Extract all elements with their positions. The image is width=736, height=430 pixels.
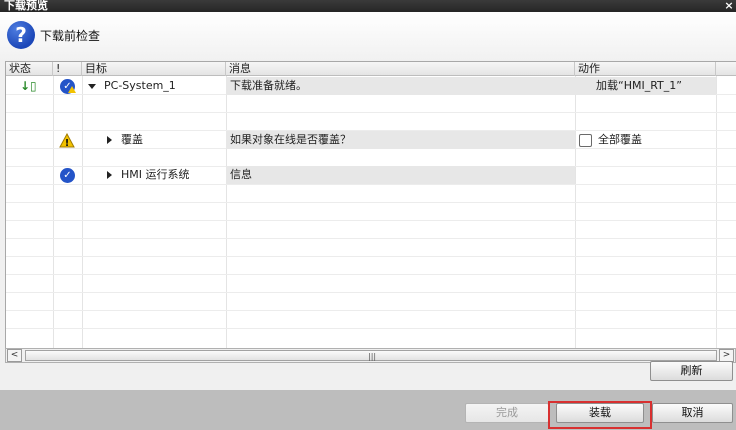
download-arrow-icon: ↓▯ xyxy=(20,79,37,93)
finish-button[interactable]: 完成 xyxy=(465,403,549,423)
svg-text:!: ! xyxy=(65,138,70,148)
window-title-bar: 下载预览 × xyxy=(0,0,736,12)
cancel-button[interactable]: 取消 xyxy=(652,403,733,423)
header-title: 下载前检查 xyxy=(40,29,101,43)
scroll-left-button[interactable]: < xyxy=(7,349,22,362)
question-icon: ? xyxy=(7,21,35,49)
column-header-status[interactable]: 状态 xyxy=(6,62,53,76)
warning-icon: ! xyxy=(59,133,75,148)
overwrite-all-checkbox[interactable] xyxy=(579,134,592,147)
download-check-table: 状态 ! 目标 消息 动作 ↓▯ ✓ PC-System_1 下载准备就绪。 加… xyxy=(5,61,736,349)
column-header-message[interactable]: 消息 xyxy=(226,62,575,76)
action-text: 全部覆盖 xyxy=(598,133,642,146)
horizontal-scrollbar[interactable]: < ||| > xyxy=(5,348,736,363)
load-button-highlight xyxy=(548,401,652,429)
dialog-header: ? 下载前检查 xyxy=(0,12,736,60)
column-header-target[interactable]: 目标 xyxy=(82,62,226,76)
refresh-button[interactable]: 刷新 xyxy=(650,361,733,381)
collapse-arrow-icon[interactable] xyxy=(88,84,96,89)
action-text: 加载“HMI_RT_1” xyxy=(596,79,682,92)
target-name: 覆盖 xyxy=(121,133,143,146)
check-warning-icon: ✓ xyxy=(60,79,76,94)
message-text: 信息 xyxy=(230,168,252,181)
column-header-alert[interactable]: ! xyxy=(53,62,82,76)
message-text: 下载准备就绪。 xyxy=(230,79,307,92)
table-row[interactable]: ✓ HMI 运行系统 信息 xyxy=(6,166,736,184)
expand-arrow-icon[interactable] xyxy=(107,136,112,144)
target-name: HMI 运行系统 xyxy=(121,168,190,181)
table-row[interactable]: ! 覆盖 如果对象在线是否覆盖？ 全部覆盖 xyxy=(6,131,736,149)
table-row[interactable]: ↓▯ ✓ PC-System_1 下载准备就绪。 加载“HMI_RT_1” xyxy=(6,77,736,95)
message-text: 如果对象在线是否覆盖？ xyxy=(230,133,351,146)
scrollbar-thumb[interactable]: ||| xyxy=(25,350,717,361)
column-header-action[interactable]: 动作 xyxy=(575,62,716,76)
expand-arrow-icon[interactable] xyxy=(107,171,112,179)
scrollbar-grip: ||| xyxy=(368,352,377,361)
close-icon[interactable]: × xyxy=(724,0,734,12)
target-name: PC-System_1 xyxy=(104,79,176,92)
table-header: 状态 ! 目标 消息 动作 xyxy=(6,62,736,76)
download-preview-dialog: ? 下载前检查 状态 ! 目标 消息 动作 ↓▯ ✓ PC-System_1 下… xyxy=(0,12,736,390)
window-title: 下载预览 xyxy=(4,0,48,12)
check-icon: ✓ xyxy=(60,168,75,183)
